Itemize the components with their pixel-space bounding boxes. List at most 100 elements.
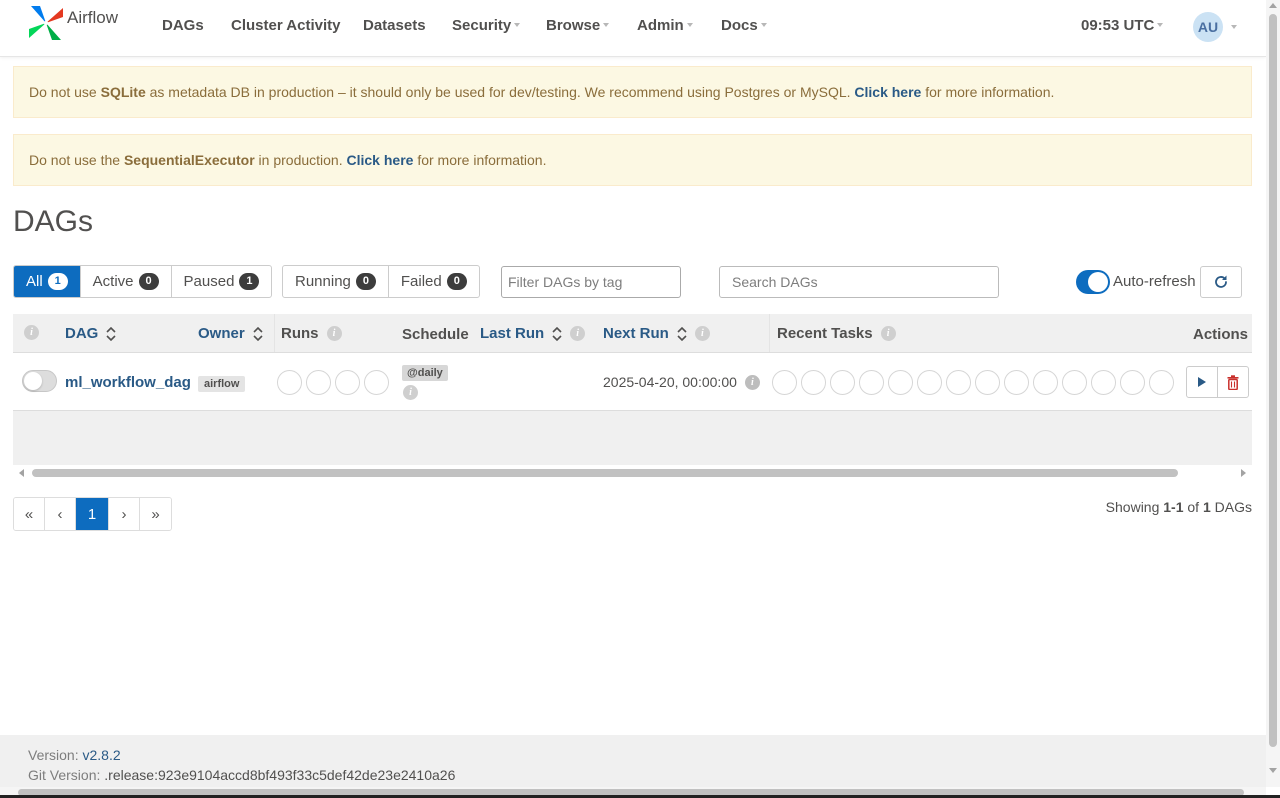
- info-icon[interactable]: i: [24, 325, 39, 340]
- filter-paused-button[interactable]: Paused 1: [172, 266, 272, 297]
- run-status-circle[interactable]: [335, 370, 360, 395]
- info-icon[interactable]: i: [880, 326, 896, 341]
- task-status-circle[interactable]: [888, 370, 913, 395]
- task-status-circle[interactable]: [1004, 370, 1029, 395]
- th-next-run-label: Next Run: [603, 325, 669, 342]
- th-actions: Actions: [1193, 326, 1248, 343]
- nav-docs[interactable]: Docs: [721, 17, 767, 34]
- click-here-link[interactable]: Click here: [347, 152, 414, 168]
- pagination: « ‹ 1 › »: [13, 497, 172, 531]
- showing-suffix: DAGs: [1210, 499, 1252, 515]
- task-status-circle[interactable]: [801, 370, 826, 395]
- git-hash: .release:923e9104accd8bf493f33c5def42de2…: [104, 767, 456, 783]
- nav-cluster-activity[interactable]: Cluster Activity: [231, 17, 340, 34]
- git-label: Git Version:: [28, 767, 105, 783]
- owner-tag[interactable]: airflow: [198, 376, 246, 392]
- task-status-circle[interactable]: [1062, 370, 1087, 395]
- th-recent-tasks-label: Recent Tasks: [777, 325, 873, 342]
- first-page-button[interactable]: «: [14, 498, 45, 530]
- task-status-circle[interactable]: [1120, 370, 1145, 395]
- table-horizontal-scrollbar[interactable]: [13, 466, 1252, 480]
- nav-security-label: Security: [452, 17, 512, 34]
- table-row: ml_workflow_dag airflow @daily i 2025-04…: [13, 352, 1252, 411]
- run-status-circle[interactable]: [364, 370, 389, 395]
- nav-admin[interactable]: Admin: [637, 17, 693, 34]
- auto-refresh-toggle[interactable]: [1076, 270, 1110, 294]
- next-page-button[interactable]: ›: [109, 498, 140, 530]
- th-schedule-label: Schedule: [402, 326, 469, 343]
- nav-datasets[interactable]: Datasets: [363, 17, 426, 34]
- version-link[interactable]: v2.8.2: [82, 747, 120, 763]
- page-vertical-scrollbar[interactable]: [1266, 0, 1280, 787]
- filter-running-count: 0: [355, 273, 376, 290]
- scroll-right-arrow-icon[interactable]: [1241, 469, 1246, 477]
- last-page-button[interactable]: »: [140, 498, 171, 530]
- scrollbar-thumb[interactable]: [1269, 14, 1277, 747]
- search-dags-input[interactable]: [719, 266, 999, 298]
- timezone-menu[interactable]: 09:53 UTC: [1081, 17, 1164, 34]
- th-recent-tasks: Recent Tasks i: [777, 325, 896, 342]
- task-status-circle[interactable]: [946, 370, 971, 395]
- task-status-circle[interactable]: [830, 370, 855, 395]
- run-status-circle[interactable]: [277, 370, 302, 395]
- scrollbar-thumb[interactable]: [32, 469, 1178, 477]
- showing-range: 1-1: [1163, 499, 1184, 515]
- task-status-circle[interactable]: [859, 370, 884, 395]
- scroll-down-arrow-icon[interactable]: [1269, 768, 1277, 773]
- nav-browse[interactable]: Browse: [546, 17, 610, 34]
- footer: Version: v2.8.2 Git Version: .release:92…: [0, 735, 1266, 787]
- th-owner[interactable]: Owner: [198, 325, 263, 342]
- task-status-circle[interactable]: [975, 370, 1000, 395]
- page-1-button[interactable]: 1: [76, 498, 109, 530]
- alert-text: Do not use: [29, 84, 101, 100]
- scroll-left-arrow-icon[interactable]: [19, 469, 24, 477]
- trigger-dag-button[interactable]: [1187, 367, 1218, 397]
- info-icon[interactable]: i: [694, 326, 710, 341]
- run-status-circle[interactable]: [306, 370, 331, 395]
- brand[interactable]: Airflow: [27, 4, 118, 42]
- nav-security[interactable]: Security: [452, 17, 521, 34]
- th-runs-label: Runs: [281, 325, 319, 342]
- alert-text: Do not use the: [29, 152, 124, 168]
- info-icon[interactable]: i: [326, 326, 342, 341]
- info-icon[interactable]: i: [403, 385, 418, 400]
- filter-running-button[interactable]: Running 0: [283, 266, 389, 297]
- filter-active-button[interactable]: Active 0: [81, 266, 172, 297]
- task-status-circle[interactable]: [772, 370, 797, 395]
- chevron-down-icon[interactable]: [1231, 25, 1237, 29]
- filter-active-count: 0: [138, 273, 159, 290]
- task-status-circle[interactable]: [1149, 370, 1174, 395]
- showing-of: of: [1183, 499, 1203, 515]
- scroll-up-arrow-icon[interactable]: [1269, 3, 1277, 8]
- th-next-run[interactable]: Next Run i: [603, 325, 710, 342]
- th-dag[interactable]: DAG: [65, 325, 116, 342]
- showing-prefix: Showing: [1105, 499, 1164, 515]
- column-separator: [769, 314, 770, 352]
- nav-dags[interactable]: DAGs: [162, 17, 204, 34]
- user-avatar[interactable]: AU: [1193, 12, 1223, 42]
- info-icon[interactable]: i: [744, 374, 760, 390]
- nav-docs-label: Docs: [721, 17, 758, 34]
- click-here-link[interactable]: Click here: [854, 84, 921, 100]
- refresh-button[interactable]: [1200, 266, 1242, 298]
- th-toggle: i: [24, 325, 39, 340]
- sort-icon: [552, 326, 562, 341]
- th-last-run[interactable]: Last Run i: [480, 325, 586, 342]
- column-separator: [274, 314, 275, 352]
- next-run-cell: 2025-04-20, 00:00:00 i: [603, 374, 760, 390]
- tag-filter-input[interactable]: [501, 266, 681, 298]
- chevron-down-icon: [514, 23, 521, 27]
- task-status-circle[interactable]: [1091, 370, 1116, 395]
- filter-all-button[interactable]: All 1: [14, 266, 81, 297]
- delete-dag-button[interactable]: [1218, 367, 1248, 397]
- task-status-circle[interactable]: [1033, 370, 1058, 395]
- dag-id-link[interactable]: ml_workflow_dag: [65, 374, 191, 391]
- th-owner-label: Owner: [198, 325, 245, 342]
- schedule-tag[interactable]: @daily: [402, 365, 448, 381]
- pause-dag-toggle[interactable]: [22, 370, 57, 392]
- task-status-circle[interactable]: [917, 370, 942, 395]
- prev-page-button[interactable]: ‹: [45, 498, 76, 530]
- filter-failed-label: Failed: [400, 273, 442, 290]
- filter-failed-button[interactable]: Failed 0: [389, 266, 479, 297]
- info-icon[interactable]: i: [570, 326, 586, 341]
